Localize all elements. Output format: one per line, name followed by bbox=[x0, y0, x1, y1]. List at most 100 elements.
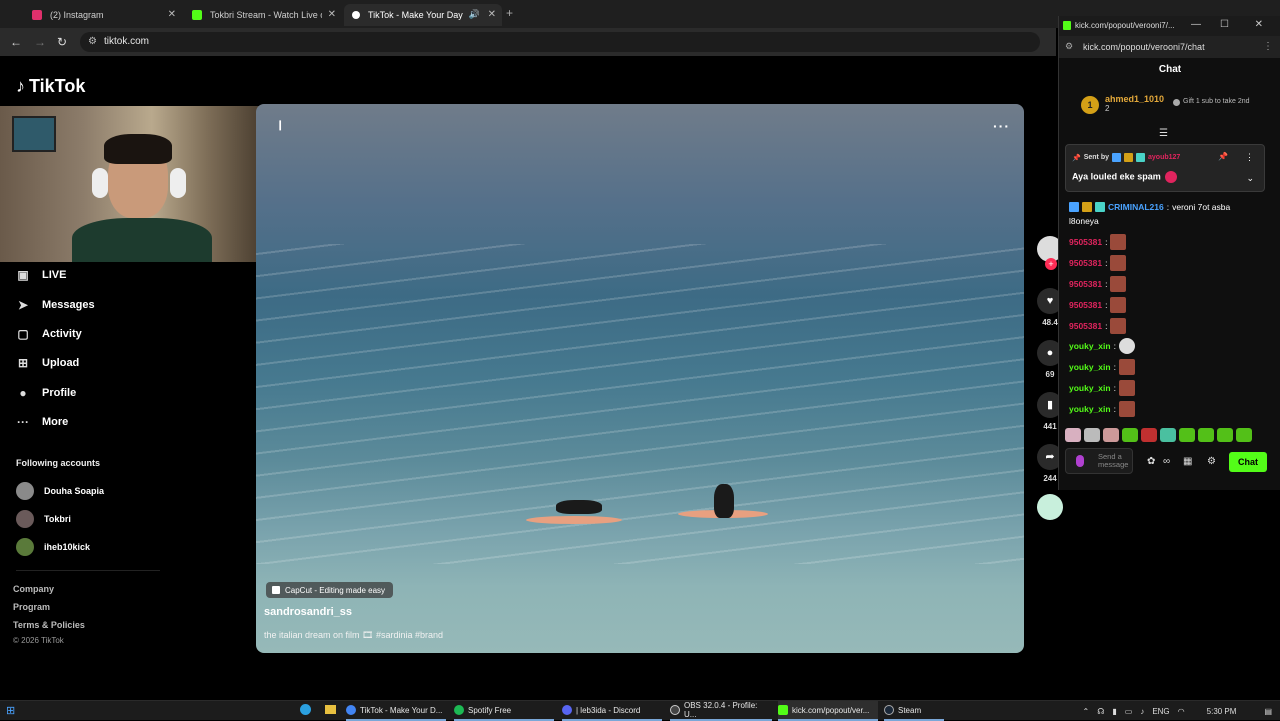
nav-activity[interactable]: ▢ Activity bbox=[16, 327, 81, 341]
chevron-up-icon[interactable]: ⌃ bbox=[1083, 707, 1090, 716]
emote-icon[interactable] bbox=[1198, 428, 1214, 442]
nav-more[interactable]: ··· More bbox=[16, 415, 68, 429]
chat-username[interactable]: CRIMINAL216 bbox=[1108, 202, 1164, 212]
emote-icon[interactable] bbox=[1141, 428, 1157, 442]
tab-instagram[interactable]: (2) Instagram ✕ bbox=[24, 4, 182, 26]
kick-url-bar[interactable]: ⚙ kick.com/popout/verooni7/chat ⋮ bbox=[1059, 36, 1280, 58]
audio-icon[interactable]: 🔊 bbox=[469, 9, 480, 20]
edge-icon[interactable] bbox=[300, 704, 311, 715]
url-field[interactable]: ⚙ tiktok.com bbox=[80, 32, 1040, 52]
taskbar-item-discord[interactable]: | leb3ida - Discord bbox=[562, 701, 662, 721]
chat-username[interactable]: 9505381 bbox=[1069, 279, 1102, 289]
gift-icon[interactable]: ▦ bbox=[1183, 456, 1192, 467]
badge-icon bbox=[1095, 202, 1105, 212]
emote-icon[interactable] bbox=[1217, 428, 1233, 442]
chevron-down-icon[interactable]: ⌄ bbox=[1246, 173, 1254, 184]
footer-program[interactable]: Program bbox=[13, 602, 50, 612]
emote-icon[interactable] bbox=[1160, 428, 1176, 442]
chat-username[interactable]: 9505381 bbox=[1069, 258, 1102, 268]
language-indicator[interactable]: ENG bbox=[1152, 707, 1169, 716]
taskbar-item-spotify[interactable]: Spotify Free bbox=[454, 701, 554, 721]
taskbar-item-obs[interactable]: OBS 32.0.4 - Profile: U... bbox=[670, 701, 772, 721]
forward-icon[interactable]: → bbox=[34, 35, 46, 49]
pinned-user[interactable]: ayoub127 bbox=[1148, 154, 1180, 161]
taskbar-item-kick[interactable]: kick.com/popout/ver... bbox=[778, 701, 878, 721]
wifi-icon[interactable]: ◠ bbox=[1178, 707, 1185, 716]
windows-start-icon[interactable]: ⊞ bbox=[6, 704, 15, 717]
emote-icon[interactable] bbox=[1236, 428, 1252, 442]
network-icon[interactable]: ▭ bbox=[1125, 707, 1133, 716]
emote-icon[interactable] bbox=[1122, 428, 1138, 442]
tab-tiktok[interactable]: TikTok - Make Your Day 🔊 ✕ bbox=[344, 4, 502, 26]
music-disc[interactable] bbox=[1036, 494, 1064, 520]
taskbar-item-steam[interactable]: Steam bbox=[884, 701, 944, 721]
emote-icon[interactable] bbox=[1084, 428, 1100, 442]
pin-small-icon: 📌 bbox=[1072, 154, 1081, 162]
nav-upload[interactable]: ⊞ Upload bbox=[16, 356, 79, 370]
nav-label: More bbox=[42, 416, 69, 428]
chat-username[interactable]: youky_xin bbox=[1069, 362, 1111, 372]
capcut-badge[interactable]: CapCut - Editing made easy bbox=[266, 582, 394, 598]
send-chat-button[interactable]: Chat bbox=[1229, 452, 1267, 472]
emote-icon[interactable] bbox=[1103, 428, 1119, 442]
pin-icon[interactable]: 📌 bbox=[1218, 152, 1228, 161]
kebab-menu-icon[interactable]: ⋮ bbox=[1245, 152, 1254, 163]
infinity-icon[interactable]: ∞ bbox=[1163, 456, 1170, 467]
tab-kick-stream[interactable]: Tokbri Stream - Watch Live on K ✕ bbox=[184, 4, 342, 26]
close-tab-icon[interactable]: ✕ bbox=[488, 9, 496, 20]
file-explorer-icon[interactable] bbox=[325, 705, 336, 714]
close-icon[interactable]: ✕ bbox=[1255, 19, 1263, 30]
filter-icon[interactable]: ☰ bbox=[1159, 128, 1168, 139]
notifications-icon[interactable]: ▤ bbox=[1264, 707, 1272, 716]
reload-icon[interactable]: ↻ bbox=[57, 35, 67, 49]
chat-username[interactable]: 9505381 bbox=[1069, 237, 1102, 247]
headset-icon[interactable]: ☊ bbox=[1097, 707, 1104, 716]
close-tab-icon[interactable]: ✕ bbox=[328, 9, 336, 20]
follow-plus-icon[interactable]: + bbox=[1045, 258, 1057, 270]
kick-url-text: kick.com/popout/verooni7/chat bbox=[1083, 42, 1205, 52]
following-account[interactable]: Tokbri bbox=[16, 510, 71, 528]
minimize-icon[interactable]: — bbox=[1191, 19, 1201, 30]
tiktok-logo[interactable]: ♪ TikTok bbox=[16, 76, 85, 97]
instagram-icon bbox=[32, 10, 42, 20]
emote-icon[interactable] bbox=[1065, 428, 1081, 442]
emote-icon bbox=[1118, 401, 1135, 417]
volume-icon[interactable]: ♪ bbox=[1140, 707, 1144, 716]
chat-message-input[interactable]: Send a message bbox=[1065, 448, 1133, 474]
chat-message: 9505381: bbox=[1069, 276, 1127, 292]
gift-tip[interactable]: Gift 1 sub to take 2nd bbox=[1173, 98, 1273, 106]
chat-username[interactable]: 9505381 bbox=[1069, 321, 1102, 331]
nav-messages[interactable]: ➤ Messages bbox=[16, 298, 95, 312]
more-options-icon[interactable]: ··· bbox=[993, 118, 1010, 134]
clock[interactable]: 5:30 PM bbox=[1207, 707, 1237, 716]
chat-username[interactable]: youky_xin bbox=[1069, 383, 1111, 393]
video-author[interactable]: sandrosandri_ss bbox=[264, 606, 352, 618]
site-info-icon[interactable]: ⚙ bbox=[88, 36, 97, 47]
microphone-icon[interactable]: ▮ bbox=[1112, 707, 1116, 716]
chat-username[interactable]: 9505381 bbox=[1069, 300, 1102, 310]
footer-company[interactable]: Company bbox=[13, 584, 54, 594]
site-info-icon[interactable]: ⚙ bbox=[1065, 41, 1073, 52]
microphone-icon[interactable] bbox=[1076, 455, 1084, 467]
chat-username[interactable]: youky_xin bbox=[1069, 404, 1111, 414]
footer-terms[interactable]: Terms & Policies bbox=[13, 620, 85, 630]
back-icon[interactable]: ← bbox=[10, 35, 22, 49]
chat-message: youky_xin: bbox=[1069, 359, 1135, 375]
nav-live[interactable]: ▣ LIVE bbox=[16, 268, 66, 282]
emoji-icon[interactable]: ✿ bbox=[1147, 456, 1155, 467]
leader-name[interactable]: ahmed1_1010 bbox=[1105, 94, 1164, 104]
menu-icon[interactable]: ⋮ bbox=[1263, 41, 1273, 52]
pause-icon[interactable]: ❙ bbox=[276, 120, 284, 131]
chat-username[interactable]: youky_xin bbox=[1069, 341, 1111, 351]
taskbar-item-tiktok[interactable]: TikTok - Make Your D... bbox=[346, 701, 446, 721]
following-account[interactable]: iheb10kick bbox=[16, 538, 90, 556]
gear-icon[interactable]: ⚙ bbox=[1207, 456, 1216, 467]
maximize-icon[interactable]: ☐ bbox=[1220, 19, 1229, 30]
taskbar-label: Steam bbox=[898, 705, 922, 715]
close-tab-icon[interactable]: ✕ bbox=[168, 9, 176, 20]
following-account[interactable]: Douha Soapia bbox=[16, 482, 104, 500]
nav-profile[interactable]: ● Profile bbox=[16, 386, 76, 400]
emote-icon[interactable] bbox=[1179, 428, 1195, 442]
new-tab-icon[interactable]: + bbox=[506, 6, 513, 20]
video-player[interactable]: ❙ ··· CapCut - Editing made easy sandros… bbox=[256, 104, 1024, 653]
